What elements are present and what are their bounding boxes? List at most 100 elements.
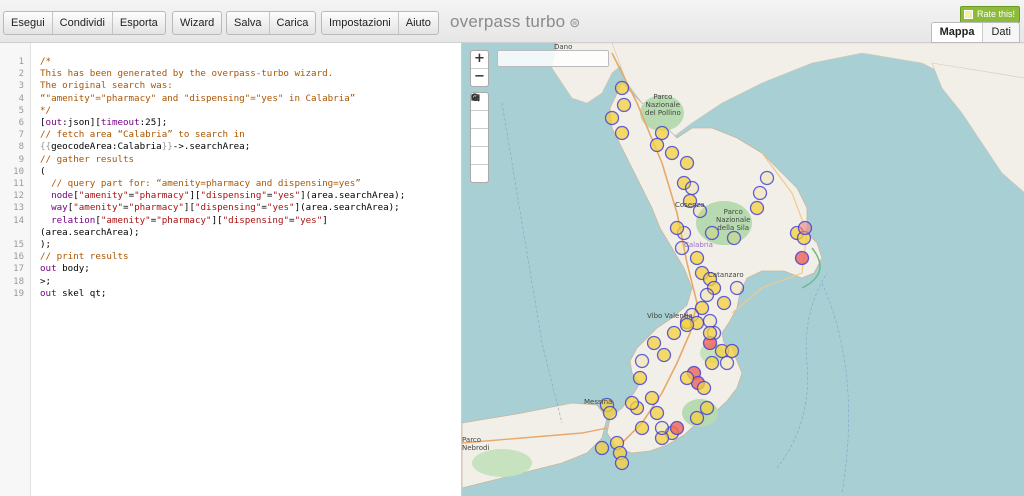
help-button[interactable]: Aiuto xyxy=(399,12,438,34)
pharmacy-marker[interactable] xyxy=(669,220,685,236)
code-line[interactable]: (area.searchArea); xyxy=(40,227,140,239)
pharmacy-marker[interactable] xyxy=(664,145,680,161)
wizard-button[interactable]: Wizard xyxy=(173,12,221,34)
pharmacy-marker[interactable] xyxy=(679,317,695,333)
tab-data[interactable]: Dati xyxy=(983,23,1019,42)
pharmacy-marker[interactable] xyxy=(797,220,813,236)
pharmacy-marker[interactable] xyxy=(656,347,672,363)
code-line[interactable]: [out:json][timeout:25]; xyxy=(40,117,167,129)
line-number: 16 xyxy=(13,252,24,263)
image-icon[interactable] xyxy=(471,94,488,147)
tab-map[interactable]: Mappa xyxy=(931,23,984,42)
pharmacy-marker[interactable] xyxy=(689,410,705,426)
share-button[interactable]: Condividi xyxy=(53,12,113,34)
pharmacy-marker[interactable] xyxy=(699,287,715,303)
pharmacy-marker[interactable] xyxy=(794,250,810,266)
pharmacy-marker[interactable] xyxy=(704,355,720,371)
code-line[interactable]: node["amenity"="pharmacy"]["dispensing"=… xyxy=(40,190,405,202)
code-line[interactable]: The original search was: xyxy=(40,80,173,92)
zoom-out-button[interactable]: − xyxy=(471,69,488,86)
pharmacy-marker[interactable] xyxy=(759,170,775,186)
code-editor[interactable]: 1 2 3 4 5 6 7 8 9 10 11 12 13 14 15 16 17 18 19 /* This has… xyxy=(0,43,460,496)
pharmacy-marker[interactable] xyxy=(594,440,610,456)
code-line[interactable]: >; xyxy=(40,276,51,288)
line-number: 4 xyxy=(18,93,24,104)
pharmacy-marker[interactable] xyxy=(726,230,742,246)
code-line[interactable]: “"amenity"="pharmacy" and "dispensing"="… xyxy=(40,93,355,105)
pharmacy-marker[interactable] xyxy=(649,137,665,153)
pharmacy-marker[interactable] xyxy=(724,343,740,359)
code-line[interactable]: out skel qt; xyxy=(40,288,106,300)
pharmacy-marker[interactable] xyxy=(644,390,660,406)
map-canvas[interactable] xyxy=(462,43,1024,496)
code-line[interactable]: // fetch area “Calabria” to search in xyxy=(40,129,245,141)
pharmacy-marker[interactable] xyxy=(679,370,695,386)
pharmacy-marker[interactable] xyxy=(632,370,648,386)
pharmacy-marker[interactable] xyxy=(679,155,695,171)
map-tools xyxy=(470,92,489,183)
export-button[interactable]: Esporta xyxy=(113,12,165,34)
line-number: 5 xyxy=(18,105,24,116)
code-line[interactable]: out body; xyxy=(40,263,90,275)
code-line[interactable]: // gather results xyxy=(40,154,134,166)
line-number: 14 xyxy=(13,215,24,226)
pharmacy-marker[interactable] xyxy=(649,405,665,421)
line-number: 7 xyxy=(18,130,24,141)
pharmacy-marker[interactable] xyxy=(602,405,618,421)
line-number: 8 xyxy=(18,142,24,153)
pharmacy-marker[interactable] xyxy=(729,280,745,296)
code-line[interactable]: This has been generated by the overpass-… xyxy=(40,68,333,80)
line-number: 10 xyxy=(13,166,24,177)
code-line[interactable]: // print results xyxy=(40,251,129,263)
code-line[interactable]: ); xyxy=(40,239,51,251)
save-button[interactable]: Salva xyxy=(227,12,270,34)
rate-button[interactable]: Rate this! xyxy=(959,6,1020,23)
code-line[interactable]: /* xyxy=(40,56,51,68)
code-line[interactable]: {{geocodeArea:Calabria}}->.searchArea; xyxy=(40,141,250,153)
fit-icon[interactable] xyxy=(471,94,488,165)
run-button[interactable]: Esegui xyxy=(4,12,53,34)
pharmacy-marker[interactable] xyxy=(684,180,700,196)
settings-button[interactable]: Impostazioni xyxy=(322,12,399,34)
pharmacy-marker[interactable] xyxy=(696,380,712,396)
pharmacy-marker[interactable] xyxy=(666,325,682,341)
pharmacy-marker[interactable] xyxy=(716,295,732,311)
pharmacy-marker[interactable] xyxy=(719,355,735,371)
code-line[interactable]: way["amenity"="pharmacy"]["dispensing"="… xyxy=(40,202,400,214)
pharmacy-marker[interactable] xyxy=(624,395,640,411)
toolbar: Esegui Condividi Esporta Wizard Salva Ca… xyxy=(0,0,1024,43)
pharmacy-marker[interactable] xyxy=(689,250,705,266)
pharmacy-marker[interactable] xyxy=(614,125,630,141)
locate-icon[interactable] xyxy=(471,94,488,129)
clear-icon[interactable] xyxy=(471,93,488,182)
pharmacy-marker[interactable] xyxy=(604,110,620,126)
pharmacy-marker[interactable] xyxy=(634,420,650,436)
zoom-in-button[interactable]: + xyxy=(471,51,488,69)
pharmacy-marker[interactable] xyxy=(616,97,632,113)
pharmacy-marker[interactable] xyxy=(699,400,715,416)
pharmacy-marker[interactable] xyxy=(752,185,768,201)
pharmacy-marker[interactable] xyxy=(669,420,685,436)
pharmacy-marker[interactable] xyxy=(654,420,670,436)
pharmacy-marker[interactable] xyxy=(654,125,670,141)
code-line[interactable]: // query part for: “amenity=pharmacy and… xyxy=(40,178,361,190)
label-cosenza: Cosenza xyxy=(675,201,705,209)
code-line[interactable]: ( xyxy=(40,166,46,178)
map-search-input[interactable] xyxy=(497,50,609,67)
line-number: 12 xyxy=(13,191,24,202)
zoom-control: + − xyxy=(470,50,489,87)
map-view[interactable]: Dano Parco Nazionale del Pollino Cosenza… xyxy=(461,43,1024,496)
code-line[interactable]: */ xyxy=(40,105,51,117)
land-calabria xyxy=(606,82,823,454)
pharmacy-marker[interactable] xyxy=(614,80,630,96)
code-line[interactable]: relation["amenity"="pharmacy"]["dispensi… xyxy=(40,215,328,227)
pharmacy-marker[interactable] xyxy=(702,325,718,341)
label-sila: Parco Nazionale della Sila xyxy=(716,208,751,232)
load-button[interactable]: Carica xyxy=(270,12,316,34)
pharmacy-marker[interactable] xyxy=(614,455,630,471)
pharmacy-marker[interactable] xyxy=(646,335,662,351)
sea-line-3 xyxy=(776,272,828,469)
pharmacy-marker[interactable] xyxy=(749,200,765,216)
pharmacy-marker[interactable] xyxy=(634,353,650,369)
pharmacy-marker[interactable] xyxy=(702,313,718,329)
